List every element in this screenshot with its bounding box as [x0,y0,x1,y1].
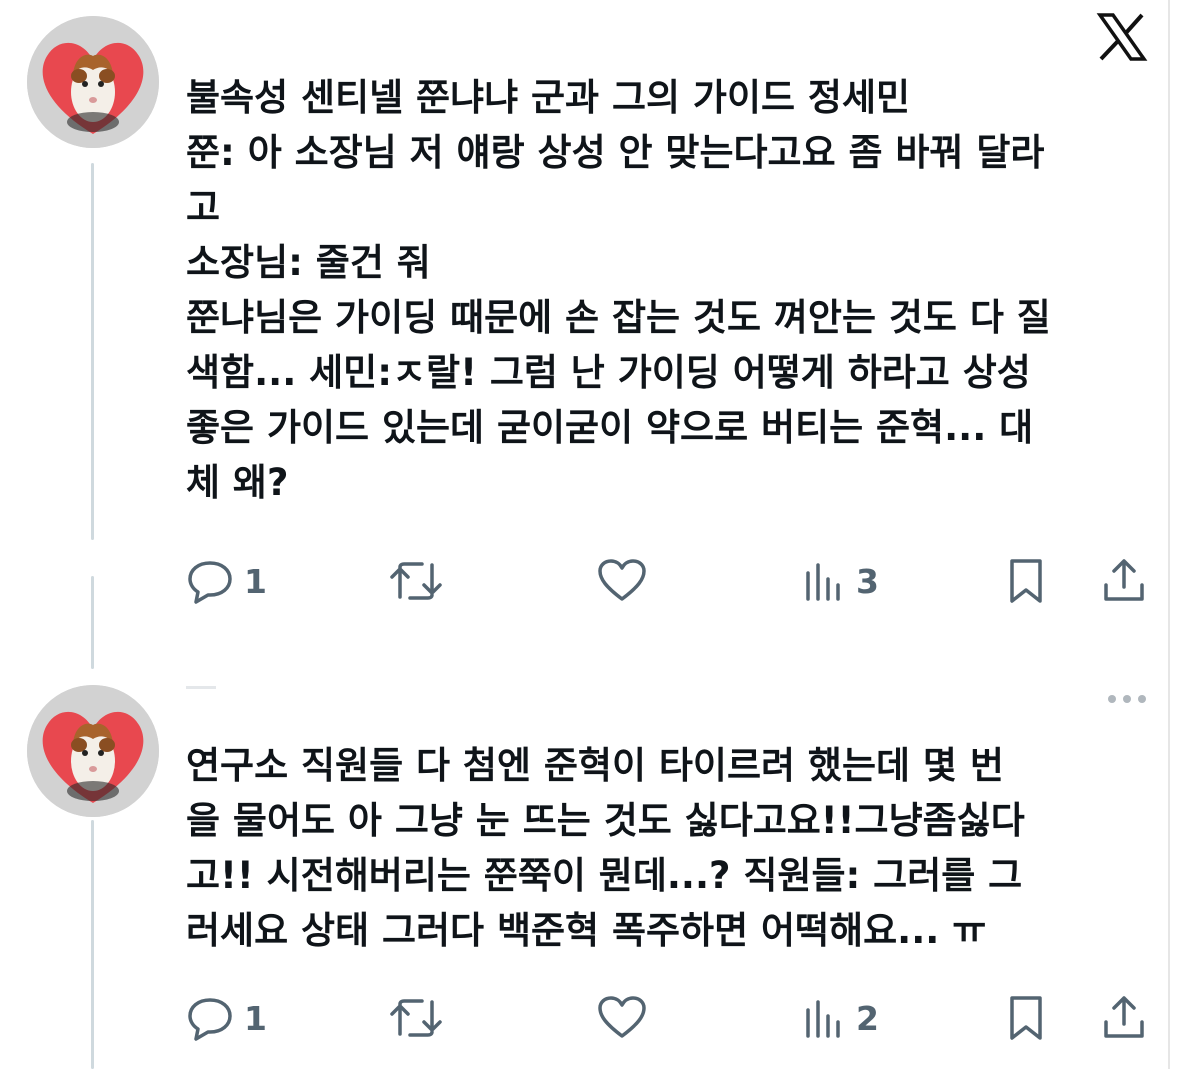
thread-line [91,576,94,669]
thread-line [91,820,94,1069]
reply-icon [186,557,234,605]
heart-icon [596,557,648,605]
avatar[interactable] [27,16,159,148]
like-button[interactable] [596,551,658,611]
tweet-text: 연구소 직원들 다 첨엔 준혁이 타이르려 했는데 몇 번 을 물어도 아 그냥… [186,744,1025,952]
x-logo-icon[interactable] [1096,12,1148,62]
retweet-icon [388,557,444,605]
heart-icon [596,994,648,1042]
share-icon [1100,557,1148,605]
like-button[interactable] [596,988,658,1048]
bookmark-button[interactable] [1004,988,1048,1048]
tweet-actions: 1 2 [186,988,1156,1048]
retweet-button[interactable] [388,988,454,1048]
views-icon [802,559,846,603]
share-icon [1100,994,1148,1042]
bookmark-icon [1004,994,1048,1042]
reply-button[interactable]: 1 [186,988,267,1048]
share-button[interactable] [1100,988,1148,1048]
reply-count: 1 [244,561,267,601]
reply-button[interactable]: 1 [186,551,267,611]
page-right-border [1168,0,1170,1069]
views-button[interactable]: 2 [802,988,879,1048]
share-button[interactable] [1100,551,1148,611]
username-placeholder [186,686,216,689]
retweet-button[interactable] [388,551,454,611]
reply-count: 1 [244,998,267,1038]
views-button[interactable]: 3 [802,551,879,611]
views-count: 2 [856,998,879,1038]
tweet-text: 불속성 센티넬 쭌냐냐 군과 그의 가이드 정세민 쭌: 아 소장님 저 얘랑 … [186,76,1051,504]
avatar[interactable] [27,685,159,817]
more-options-icon[interactable] [1108,695,1146,703]
bookmark-icon [1004,557,1048,605]
bookmark-button[interactable] [1004,551,1048,611]
reply-icon [186,994,234,1042]
thread-line [91,163,94,540]
retweet-icon [388,994,444,1042]
views-icon [802,996,846,1040]
views-count: 3 [856,561,879,601]
tweet-actions: 1 3 [186,551,1156,611]
